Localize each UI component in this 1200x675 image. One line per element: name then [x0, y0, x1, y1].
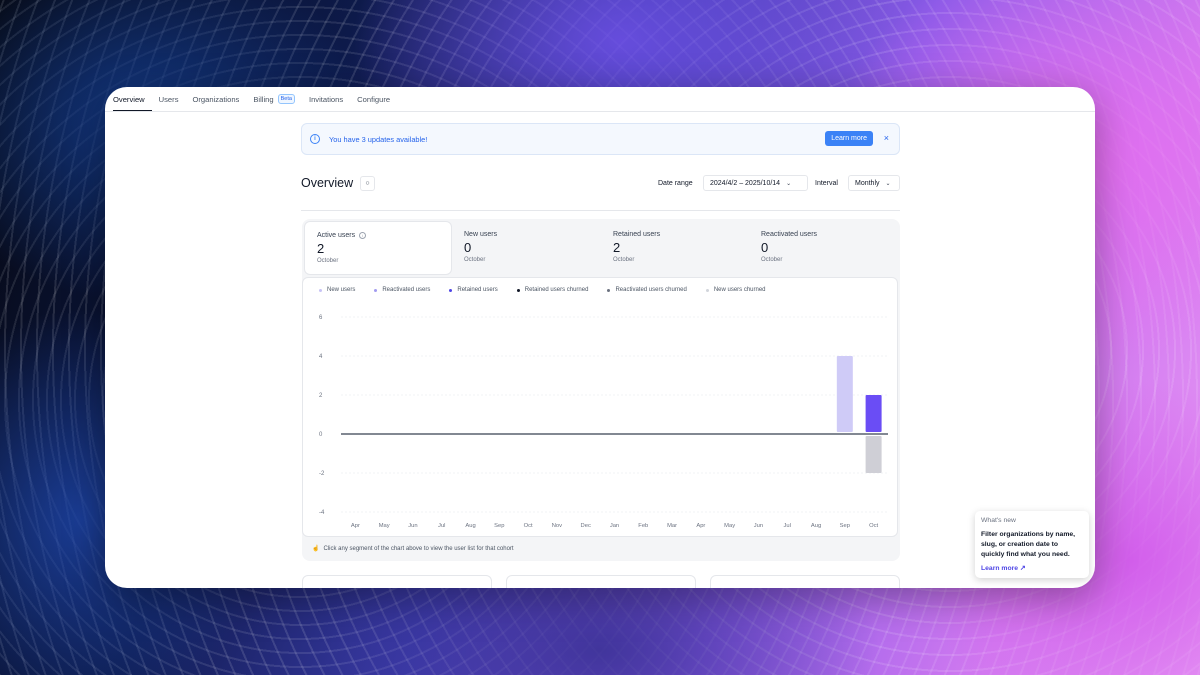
- tab-invitations[interactable]: Invitations: [309, 95, 350, 111]
- x-tick-label: Dec: [581, 523, 591, 529]
- chart-card: New users Reactivated users Retained users…: [302, 277, 898, 537]
- tab-label: Organizations: [192, 95, 240, 104]
- x-tick-label: Apr: [351, 523, 360, 529]
- learn-more-button[interactable]: Learn more: [825, 131, 873, 146]
- y-tick-label: 4: [319, 354, 323, 360]
- x-tick-label: Aug: [465, 523, 475, 529]
- info-icon: i: [310, 134, 320, 144]
- external-link-icon: ↗: [1019, 565, 1026, 572]
- chart-hint: ☝ Click any segment of the chart above t…: [312, 545, 514, 553]
- x-tick-label: Jul: [784, 523, 791, 529]
- x-tick-label: Jan: [610, 523, 619, 529]
- chevron-down-icon: ⌄: [786, 180, 792, 187]
- chart-bar[interactable]: [865, 395, 882, 432]
- x-tick-label: Sep: [494, 523, 504, 529]
- x-tick-label: Nov: [552, 523, 562, 529]
- y-tick-label: -4: [319, 510, 325, 516]
- y-tick-label: -2: [319, 471, 325, 477]
- refresh-icon[interactable]: ○: [360, 176, 375, 191]
- date-range-value: 2024/4/2 – 2025/10/14: [710, 179, 781, 187]
- app-window: Overview Users Organizations Billing Beta…: [105, 87, 1095, 588]
- close-icon[interactable]: ×: [884, 133, 889, 143]
- interval-select[interactable]: Monthly ⌄: [848, 175, 900, 191]
- interval-label: Interval: [815, 180, 838, 187]
- tab-bar: Overview Users Organizations Billing Beta…: [105, 87, 1095, 112]
- whats-new-text: Filter organizations by name, slug, or c…: [981, 531, 1076, 558]
- chart-bar[interactable]: [865, 436, 882, 473]
- tab-configure[interactable]: Configure: [357, 95, 397, 111]
- interval-value: Monthly: [855, 179, 880, 187]
- date-range-select[interactable]: 2024/4/2 – 2025/10/14 ⌄: [703, 175, 808, 191]
- metric-label: Reactivated users: [761, 231, 818, 238]
- tab-label: Configure: [357, 95, 391, 104]
- summary-card: [302, 575, 492, 588]
- update-banner: i You have 3 updates available! Learn mo…: [301, 123, 900, 155]
- metric-period: October: [761, 257, 783, 263]
- x-tick-label: Apr: [696, 523, 705, 529]
- chevron-down-icon: ⌄: [885, 180, 891, 187]
- chart-bar[interactable]: [836, 356, 853, 432]
- x-tick-label: Jun: [754, 523, 763, 529]
- y-tick-label: 2: [319, 393, 323, 399]
- metric-active-users[interactable]: Active users i 2 October: [304, 221, 452, 275]
- tab-overview[interactable]: Overview: [113, 95, 152, 111]
- banner-text: You have 3 updates available!: [329, 134, 428, 144]
- tab-label: Overview: [113, 95, 145, 104]
- beta-badge: Beta: [277, 94, 295, 104]
- date-range-label: Date range: [658, 180, 693, 187]
- whats-new-popover: What's new Filter organizations by name,…: [975, 511, 1089, 578]
- tab-label: Users: [158, 95, 179, 104]
- metric-new-users[interactable]: New users 0 October: [452, 221, 600, 275]
- x-tick-label: Oct: [869, 523, 878, 529]
- x-tick-label: May: [379, 523, 390, 529]
- metric-period: October: [317, 258, 339, 264]
- x-tick-label: Oct: [524, 523, 533, 529]
- y-tick-label: 6: [319, 315, 323, 321]
- tab-users[interactable]: Users: [159, 95, 186, 111]
- metric-period: October: [464, 257, 486, 263]
- whats-new-link-label: Learn more: [981, 565, 1019, 572]
- x-tick-label: Jun: [408, 523, 417, 529]
- metric-label: Retained users: [613, 231, 661, 238]
- metric-label: New users: [464, 231, 498, 238]
- summary-card: [506, 575, 696, 588]
- tab-label: Billing: [253, 94, 274, 104]
- overview-header: Overview ○ Date range 2024/4/2 – 2025/10…: [301, 170, 900, 211]
- metric-reactivated-users[interactable]: Reactivated users 0 October: [749, 221, 897, 275]
- metric-value: 2: [317, 241, 325, 256]
- x-tick-label: Mar: [667, 523, 677, 529]
- y-tick-label: 0: [319, 432, 323, 438]
- pointer-icon: ☝: [312, 546, 320, 552]
- x-tick-label: Aug: [811, 523, 821, 529]
- x-tick-label: Feb: [638, 523, 648, 529]
- x-tick-label: Jul: [438, 523, 445, 529]
- metric-value: 2: [613, 240, 621, 255]
- metric-value: 0: [761, 240, 769, 255]
- metric-retained-users[interactable]: Retained users 2 October: [601, 221, 749, 275]
- x-tick-label: Sep: [840, 523, 850, 529]
- tab-organizations[interactable]: Organizations: [193, 95, 247, 111]
- x-tick-label: May: [724, 523, 735, 529]
- tab-label: Invitations: [308, 95, 344, 104]
- page-title: Overview: [301, 176, 354, 190]
- metric-label: Active users: [317, 232, 356, 239]
- metric-value: 0: [464, 240, 472, 255]
- tab-billing[interactable]: Billing Beta: [253, 94, 302, 111]
- hint-text: Click any segment of the chart above to …: [323, 545, 514, 552]
- whats-new-link[interactable]: Learn more ↗: [981, 564, 1083, 572]
- metric-period: October: [613, 257, 635, 263]
- info-icon: i: [359, 232, 367, 239]
- metrics-panel: Active users i 2 October New users 0 Octo…: [302, 219, 900, 561]
- whats-new-title: What's new: [981, 517, 1016, 524]
- summary-card: [710, 575, 900, 588]
- main-content: i You have 3 updates available! Learn mo…: [301, 123, 900, 211]
- user-cohort-chart[interactable]: 6 4 2 0 -2 -4 Apr May Jun Jul Aug Sep Oct Nov Dec Jan Fe…: [303, 278, 897, 536]
